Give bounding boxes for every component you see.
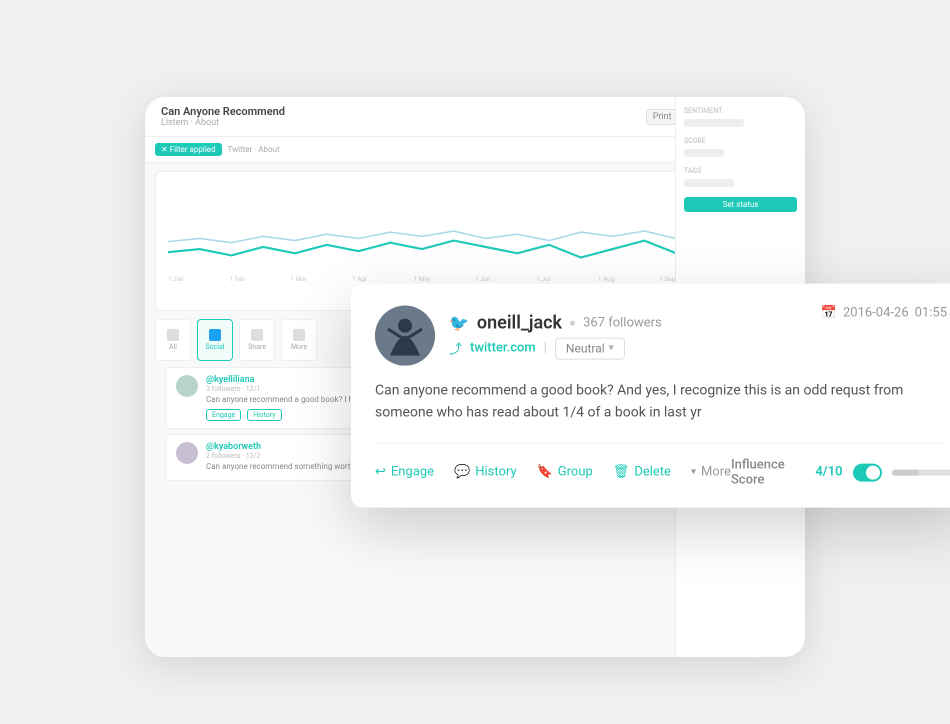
toggle-switch[interactable] <box>853 463 883 481</box>
svg-text:1 Jan: 1 Jan <box>168 275 184 283</box>
sentiment-bar <box>684 119 744 127</box>
svg-text:1 Sep: 1 Sep <box>659 275 675 283</box>
popup-source-row: ⤴ twitter.com | Neutral ▾ <box>449 337 662 359</box>
svg-text:1 Jun: 1 Jun <box>475 275 491 283</box>
influence-section: Influence Score 4/10 <box>731 457 950 487</box>
engage-action[interactable]: ↩ Engage <box>375 465 434 480</box>
dropdown-arrow-icon: ▾ <box>609 343 614 354</box>
popup-user-info: 🐦 oneill_jack 367 followers ⤴ twitter.co… <box>449 312 662 359</box>
print-button[interactable]: Print <box>646 109 679 125</box>
popup-content: Can anyone recommend a good book? And ye… <box>375 380 947 425</box>
avatar-1 <box>176 375 198 397</box>
toolbar-share[interactable]: Share <box>239 319 275 361</box>
popup-card: 🐦 oneill_jack 367 followers ⤴ twitter.co… <box>351 284 950 508</box>
popup-header: 🐦 oneill_jack 367 followers ⤴ twitter.co… <box>375 306 947 366</box>
tags-bar <box>684 179 734 187</box>
popup-time-value: 01:55 <box>915 306 947 321</box>
separator-dot <box>570 320 575 325</box>
popup-username-row: 🐦 oneill_jack 367 followers <box>449 312 662 333</box>
toolbar-social[interactable]: Social <box>197 319 233 361</box>
avatar-2 <box>176 442 198 464</box>
more-icon <box>293 329 305 341</box>
influence-bar-fill <box>892 469 918 475</box>
popup-date: 📅 2016-04-26 01:55 <box>821 306 947 321</box>
svg-text:1 May: 1 May <box>414 275 431 283</box>
share-icon: ⤴ <box>449 339 462 358</box>
calendar-icon: 📅 <box>821 306 837 321</box>
toolbar-more[interactable]: More <box>281 319 317 361</box>
app-title-block: Can Anyone Recommend Listem · About <box>161 105 285 128</box>
all-icon <box>167 329 179 341</box>
score-bar <box>684 149 724 157</box>
influence-label: Influence Score <box>731 457 805 487</box>
share-icon <box>251 329 263 341</box>
popup-followers: 367 followers <box>583 315 662 330</box>
filter-text: Twitter · About <box>228 145 280 154</box>
filter-tag[interactable]: ✕ Filter applied <box>155 143 222 156</box>
svg-text:1 Mar: 1 Mar <box>291 275 308 283</box>
engage-icon: ↩ <box>375 465 386 480</box>
group-action[interactable]: 🔖 Group <box>537 465 593 480</box>
popup-avatar <box>375 306 435 366</box>
tags-section: TAGS <box>684 167 797 187</box>
popup-actions: ↩ Engage 💬 History 🔖 Group 🗑 Delete More <box>375 465 731 480</box>
score-section: SCORE <box>684 137 797 157</box>
popup-footer: ↩ Engage 💬 History 🔖 Group 🗑 Delete More… <box>375 442 947 487</box>
row-separator: | <box>544 341 547 356</box>
history-btn-1[interactable]: History <box>247 409 281 421</box>
set-status-btn[interactable]: Set status <box>684 197 797 212</box>
twitter-icon <box>209 329 221 341</box>
popup-username: oneill_jack <box>477 312 562 333</box>
engage-btn-1[interactable]: Engage <box>206 409 241 421</box>
group-icon: 🔖 <box>537 465 553 480</box>
popup-source-link[interactable]: twitter.com <box>470 341 536 356</box>
app-subtitle: Listem · About <box>161 118 285 128</box>
more-action[interactable]: More <box>691 465 731 480</box>
twitter-brand-icon: 🐦 <box>449 313 469 332</box>
toolbar-all[interactable]: All <box>155 319 191 361</box>
influence-bar <box>892 469 950 475</box>
influence-score: 4/10 <box>815 465 842 480</box>
popup-user: 🐦 oneill_jack 367 followers ⤴ twitter.co… <box>375 306 662 366</box>
svg-text:1 Jul: 1 Jul <box>536 275 550 283</box>
delete-action[interactable]: 🗑 Delete <box>613 465 671 480</box>
delete-icon: 🗑 <box>613 465 630 480</box>
svg-text:1 Apr: 1 Apr <box>352 275 368 283</box>
popup-date-value: 2016-04-26 <box>843 306 909 321</box>
history-action[interactable]: 💬 History <box>454 465 517 480</box>
sentiment-section: SENTIMENT <box>684 107 797 127</box>
history-icon: 💬 <box>454 465 470 480</box>
svg-text:1 Feb: 1 Feb <box>229 275 245 283</box>
popup-sentiment-dropdown[interactable]: Neutral ▾ <box>555 337 625 359</box>
svg-text:1 Aug: 1 Aug <box>598 275 615 283</box>
app-title: Can Anyone Recommend <box>161 105 285 118</box>
